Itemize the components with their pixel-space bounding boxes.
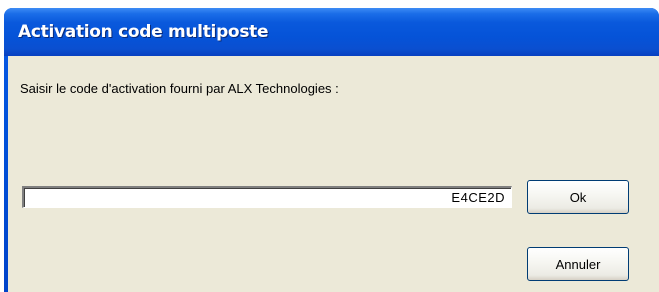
title-bar[interactable]: Activation code multiposte xyxy=(4,8,659,56)
window-title: Activation code multiposte xyxy=(18,22,269,42)
activation-code-input[interactable]: E4CE2D xyxy=(22,186,512,208)
prompt-label: Saisir le code d'activation fourni par A… xyxy=(20,81,339,96)
dialog-body: Saisir le code d'activation fourni par A… xyxy=(8,56,659,292)
activation-code-value: E4CE2D xyxy=(451,190,505,205)
dialog-window: Activation code multiposte Saisir le cod… xyxy=(4,8,659,292)
ok-button[interactable]: Ok xyxy=(527,180,629,214)
cancel-button[interactable]: Annuler xyxy=(527,247,629,281)
